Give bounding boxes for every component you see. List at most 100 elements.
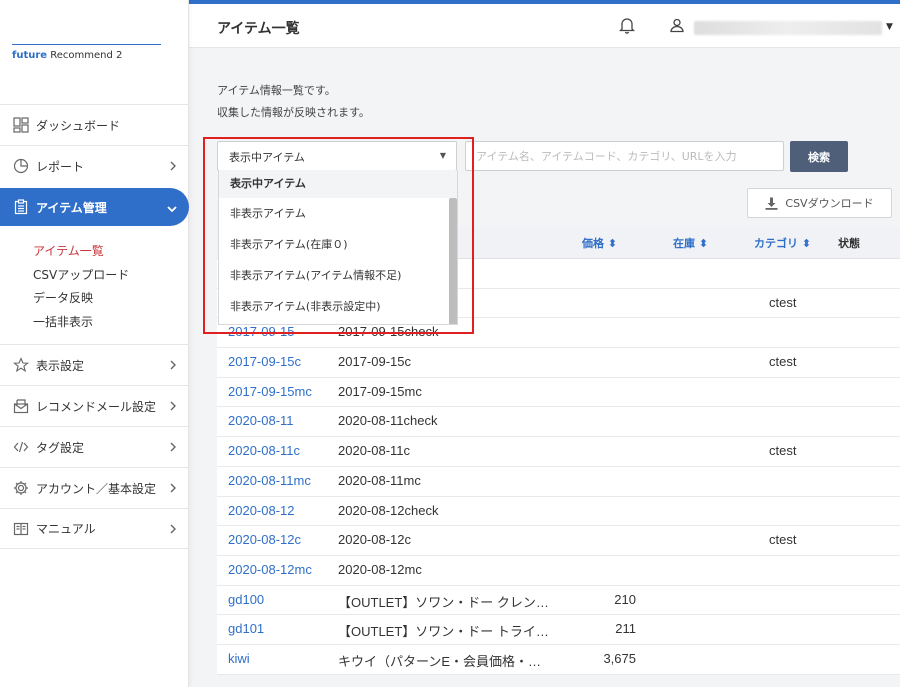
dropdown-scrollbar[interactable] <box>449 198 457 324</box>
chevron-right-icon <box>169 441 177 455</box>
item-code-link[interactable]: kiwi <box>228 651 250 666</box>
item-category: ctest <box>769 354 797 370</box>
sort-icon: ⬍ <box>607 237 618 250</box>
item-code-link[interactable]: 2020-08-11mc <box>228 473 311 488</box>
caret-down-icon: ▼ <box>439 151 446 160</box>
item-filter-select[interactable]: 表示中アイテム ▼ <box>217 141 457 171</box>
sidebar-item-recommend-mail[interactable]: レコメンドメール設定 <box>0 385 189 426</box>
code-icon <box>12 438 30 456</box>
item-name: キウイ（パターンE・会員価格・… <box>338 653 542 669</box>
item-price: 211 <box>615 621 636 637</box>
sidebar-item-label: 表示設定 <box>36 358 85 373</box>
sidebar-nav: ダッシュボード レポート アイテム管理 アイテム一覧 CSVアップロード データ… <box>0 104 189 549</box>
sidebar-item-display-settings[interactable]: 表示設定 <box>0 344 189 385</box>
subnav-item-csv-upload[interactable]: CSVアップロード <box>33 264 189 288</box>
item-code-link[interactable]: 2017-09-15mc <box>228 384 312 399</box>
table-row[interactable]: gd100 【OUTLET】ソワン・ドー クレン… 210 <box>217 586 900 616</box>
item-name: 2020-08-11c <box>338 443 411 459</box>
brand-logo[interactable]: future Recommend 2 <box>12 44 161 61</box>
item-code-link[interactable]: gd100 <box>228 592 264 607</box>
item-code-link[interactable]: 2017-09-15c <box>228 354 301 369</box>
chevron-right-icon <box>169 359 177 373</box>
table-row[interactable]: 2017-09-15mc 2017-09-15mc <box>217 378 900 408</box>
item-code-link[interactable]: 2020-08-11c <box>228 443 300 458</box>
sidebar-item-label: レポート <box>36 159 85 174</box>
item-category: ctest <box>769 443 797 459</box>
page-title: アイテム一覧 <box>217 21 300 37</box>
item-filter-value: 表示中アイテム <box>229 151 305 164</box>
sidebar-item-label: タグ設定 <box>36 440 85 455</box>
item-name: 2017-09-15mc <box>338 383 422 399</box>
sidebar-item-dashboard[interactable]: ダッシュボード <box>0 104 189 145</box>
sidebar-item-item-management[interactable]: アイテム管理 <box>0 188 189 226</box>
search-input[interactable] <box>465 141 784 171</box>
csv-download-label: CSVダウンロード <box>785 197 874 210</box>
table-row[interactable]: kiwi キウイ（パターンE・会員価格・… 3,675 <box>217 645 900 675</box>
item-name: 2020-08-11check <box>338 413 438 429</box>
gear-icon <box>12 479 30 497</box>
sidebar-subnav: アイテム一覧 CSVアップロード データ反映 一括非表示 <box>0 228 189 344</box>
item-price: 210 <box>614 591 636 607</box>
item-category: ctest <box>769 294 797 310</box>
sidebar: future Recommend 2 ダッシュボード レポート アイテム管理 ア… <box>0 0 189 687</box>
mail-icon <box>12 397 30 415</box>
dropdown-option[interactable]: 表示中アイテム <box>219 170 457 198</box>
th-category[interactable]: カテゴリ ⬍ <box>754 235 811 251</box>
user-name-blurred[interactable] <box>694 21 882 35</box>
user-icon[interactable] <box>669 17 685 36</box>
subnav-item-list[interactable]: アイテム一覧 <box>33 240 189 264</box>
th-price[interactable]: 価格 ⬍ <box>582 235 617 251</box>
table-row[interactable]: 2020-08-12mc 2020-08-12mc <box>217 556 900 586</box>
csv-download-button[interactable]: CSVダウンロード <box>747 188 892 218</box>
top-bar: アイテム一覧 ▼ <box>189 4 900 48</box>
bell-icon[interactable] <box>618 16 636 37</box>
clipboard-icon <box>12 198 30 216</box>
subnav-item-bulk-hide[interactable]: 一括非表示 <box>33 311 189 335</box>
sidebar-item-label: ダッシュボード <box>36 118 121 133</box>
table-row[interactable]: 2020-08-11 2020-08-11check <box>217 407 900 438</box>
dropdown-option[interactable]: 非表示アイテム(在庫０) <box>219 229 457 260</box>
table-row[interactable]: 2020-08-11mc 2020-08-11mc <box>217 467 900 497</box>
brand-part1: future <box>12 50 48 61</box>
item-code-link[interactable]: 2017-09-15 <box>228 324 295 339</box>
sidebar-item-account-settings[interactable]: アカウント／基本設定 <box>0 467 189 508</box>
item-code-link[interactable]: 2020-08-12c <box>228 532 301 547</box>
table-row[interactable]: gd101 【OUTLET】ソワン・ドー トライ… 211 <box>217 615 900 645</box>
sidebar-item-report[interactable]: レポート <box>0 145 189 186</box>
item-code-link[interactable]: 2020-08-12 <box>228 503 295 518</box>
item-name: 【OUTLET】ソワン・ドー トライ… <box>338 624 549 640</box>
sidebar-item-label: アイテム管理 <box>36 200 107 215</box>
book-icon <box>12 520 30 538</box>
subnav-item-data-apply[interactable]: データ反映 <box>33 287 189 311</box>
item-code-link[interactable]: 2020-08-12mc <box>228 562 312 577</box>
pie-chart-icon <box>12 157 30 175</box>
dropdown-option[interactable]: 非表示アイテム <box>219 198 457 229</box>
search-button[interactable]: 検索 <box>790 141 848 172</box>
caret-down-icon[interactable]: ▼ <box>886 22 893 32</box>
table-row[interactable]: 2020-08-11c 2020-08-11c ctest <box>217 437 900 467</box>
dashboard-icon <box>12 116 30 134</box>
chevron-right-icon <box>169 400 177 414</box>
th-status: 状態 <box>838 237 860 250</box>
sidebar-item-manual[interactable]: マニュアル <box>0 508 189 549</box>
table-row[interactable]: 2017-09-15c 2017-09-15c ctest <box>217 348 900 378</box>
table-row[interactable]: 2020-08-12 2020-08-12check <box>217 497 900 527</box>
filter-dropdown-list: 表示中アイテム 非表示アイテム 非表示アイテム(在庫０) 非表示アイテム(アイテ… <box>218 170 458 325</box>
chevron-right-icon <box>169 482 177 496</box>
item-name: 2020-08-12check <box>338 502 439 518</box>
item-name: 2017-09-15check <box>338 324 439 340</box>
download-icon <box>765 197 778 210</box>
star-icon <box>12 356 30 374</box>
item-price: 3,675 <box>603 650 636 666</box>
description-line: 収集した情報が反映されます。 <box>217 106 370 119</box>
dropdown-option[interactable]: 非表示アイテム(アイテム情報不足) <box>219 260 457 291</box>
th-stock[interactable]: 在庫 ⬍ <box>673 235 708 251</box>
sort-icon: ⬍ <box>801 237 812 250</box>
item-code-link[interactable]: gd101 <box>228 621 264 636</box>
table-row[interactable]: 2020-08-12c 2020-08-12c ctest <box>217 526 900 556</box>
sidebar-item-label: アカウント／基本設定 <box>36 481 157 496</box>
sidebar-item-tag-settings[interactable]: タグ設定 <box>0 426 189 467</box>
item-code-link[interactable]: 2020-08-11 <box>228 413 294 428</box>
sort-icon: ⬍ <box>698 237 709 250</box>
dropdown-option[interactable]: 非表示アイテム(非表示設定中) <box>219 291 457 322</box>
